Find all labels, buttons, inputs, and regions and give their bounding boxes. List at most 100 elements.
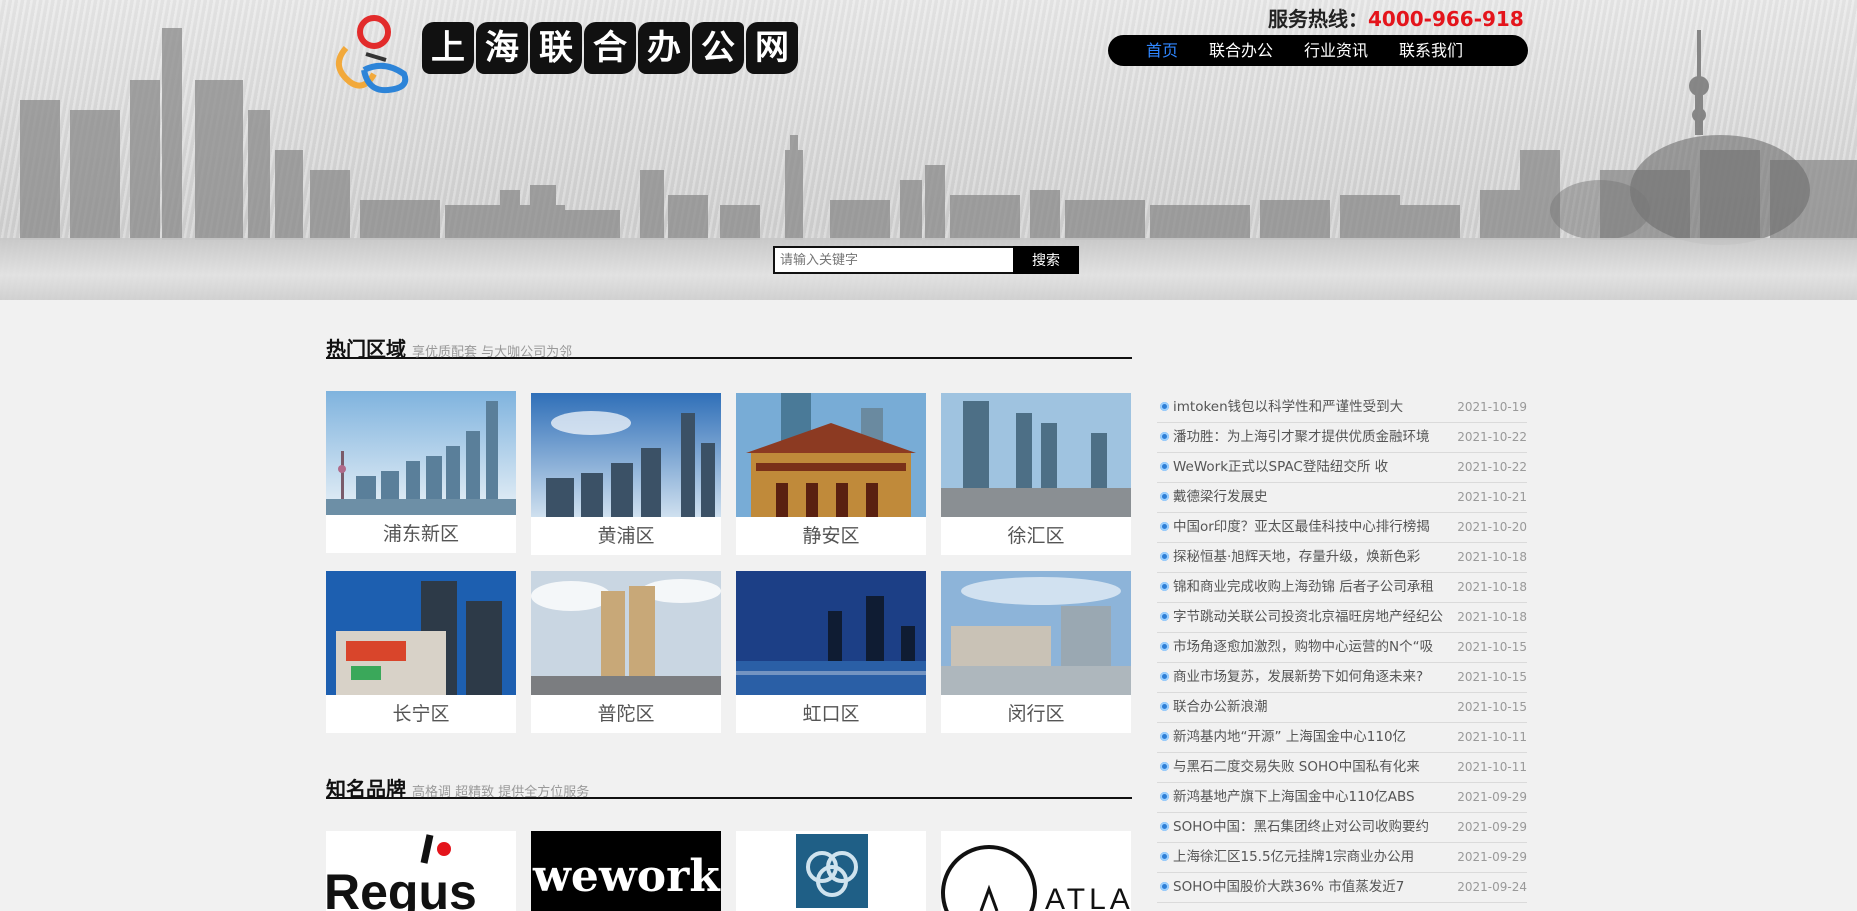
- logo-char: 海: [476, 22, 528, 74]
- area-name: 普陀区: [597, 703, 655, 725]
- news-item[interactable]: 中国or印度？亚太区最佳科技中心排行榜揭 2021-10-20: [1157, 513, 1527, 543]
- news-title[interactable]: 联合办公新浪潮: [1173, 693, 1461, 722]
- news-date: 2021-09-29: [1457, 790, 1527, 804]
- news-item[interactable]: 新鸿基地产旗下上海国金中心110亿ABS 2021-09-29: [1157, 783, 1527, 813]
- news-date: 2021-10-15: [1457, 670, 1527, 684]
- news-date: 2021-09-29: [1457, 850, 1527, 864]
- nav-industry-news[interactable]: 行业资讯: [1304, 35, 1368, 66]
- news-item[interactable]: 戴德梁行发展史 2021-10-21: [1157, 483, 1527, 513]
- hotline-number: 4000-966-918: [1368, 7, 1524, 31]
- news-item[interactable]: 探秘恒基·旭辉天地，存量升级，焕新色彩 2021-10-18: [1157, 543, 1527, 573]
- bullet-icon: [1160, 882, 1169, 891]
- news-date: 2021-10-15: [1457, 640, 1527, 654]
- logo-char: 合: [584, 22, 636, 74]
- area-card-changning[interactable]: 长宁区: [326, 571, 516, 733]
- news-date: 2021-10-22: [1457, 460, 1527, 474]
- news-item[interactable]: 锦和商业完成收购上海劲锦 后者子公司承租 2021-10-18: [1157, 573, 1527, 603]
- regus-wordmark: Regus: [326, 864, 477, 911]
- news-date: 2021-10-19: [1457, 400, 1527, 414]
- bullet-icon: [1160, 432, 1169, 441]
- news-item[interactable]: 上海徐汇区15.5亿元挂牌1宗商业办公用 2021-09-29: [1157, 843, 1527, 873]
- news-list: imtoken钱包以科学性和严谨性受到大 2021-10-19 潘功胜：为上海引才…: [1157, 393, 1527, 903]
- news-title[interactable]: 上海徐汇区15.5亿元挂牌1宗商业办公用: [1173, 843, 1461, 872]
- bullet-icon: [1160, 642, 1169, 651]
- news-title[interactable]: 市场角逐愈加激烈，购物中心运营的N个“吸: [1173, 633, 1461, 662]
- news-title[interactable]: 潘功胜：为上海引才聚才提供优质金融环境: [1173, 423, 1461, 452]
- news-date: 2021-10-18: [1457, 580, 1527, 594]
- news-title[interactable]: SOHO中国：黑石集团终止对公司收购要约: [1173, 813, 1461, 842]
- news-date: 2021-09-29: [1457, 820, 1527, 834]
- area-card-minhang[interactable]: 闵行区: [941, 571, 1131, 733]
- header-banner: 上 海 联 合 办 公 网 服务热线：4000-966-918 首页 联合办公 …: [0, 0, 1857, 300]
- news-date: 2021-09-24: [1457, 880, 1527, 894]
- logo-char: 联: [530, 22, 582, 74]
- brand-regus[interactable]: Regus: [326, 831, 516, 911]
- area-name: 徐汇区: [1007, 525, 1065, 547]
- news-date: 2021-10-11: [1457, 760, 1527, 774]
- brand-wework[interactable]: wework: [531, 831, 721, 911]
- section-subtitle: 高格调 超精致 提供全方位服务: [412, 785, 590, 800]
- news-item[interactable]: 市场角逐愈加激烈，购物中心运营的N个“吸 2021-10-15: [1157, 633, 1527, 663]
- site-logo[interactable]: 上 海 联 合 办 公 网: [326, 8, 798, 94]
- news-item[interactable]: imtoken钱包以科学性和严谨性受到大 2021-10-19: [1157, 393, 1527, 423]
- area-card-hongkou[interactable]: 虹口区: [736, 571, 926, 733]
- logo-char: 上: [422, 22, 474, 74]
- news-title[interactable]: 中国or印度？亚太区最佳科技中心排行榜揭: [1173, 513, 1461, 542]
- news-title[interactable]: 戴德梁行发展史: [1173, 483, 1461, 512]
- brand-emblem[interactable]: [736, 831, 926, 911]
- news-date: 2021-10-18: [1457, 610, 1527, 624]
- news-item[interactable]: 商业市场复苏，发展新势下如何角逐未来? 2021-10-15: [1157, 663, 1527, 693]
- news-title[interactable]: SOHO中国股价大跌36% 市值蒸发近7: [1173, 873, 1461, 902]
- brand-atlas[interactable]: ATLAS: [941, 831, 1131, 911]
- area-card-putuo[interactable]: 普陀区: [531, 571, 721, 733]
- news-title[interactable]: 商业市场复苏，发展新势下如何角逐未来?: [1173, 663, 1461, 692]
- news-title[interactable]: WeWork正式以SPAC登陆纽交所 收: [1173, 453, 1461, 482]
- news-title[interactable]: 与黑石二度交易失败 SOHO中国私有化来: [1173, 753, 1461, 782]
- news-title[interactable]: 新鸿基内地“开源” 上海国金中心110亿: [1173, 723, 1461, 752]
- area-card-huangpu[interactable]: 黄浦区: [531, 393, 721, 555]
- area-name: 长宁区: [392, 703, 450, 725]
- news-date: 2021-10-22: [1457, 430, 1527, 444]
- bullet-icon: [1160, 702, 1169, 711]
- section-subtitle: 享优质配套 与大咖公司为邻: [412, 345, 573, 360]
- news-item[interactable]: 新鸿基内地“开源” 上海国金中心110亿 2021-10-11: [1157, 723, 1527, 753]
- news-title[interactable]: 字节跳动关联公司投资北京福旺房地产经纪公: [1173, 603, 1461, 632]
- news-item[interactable]: WeWork正式以SPAC登陆纽交所 收 2021-10-22: [1157, 453, 1527, 483]
- bullet-icon: [1160, 672, 1169, 681]
- nav-coworking[interactable]: 联合办公: [1209, 35, 1273, 66]
- search-button[interactable]: 搜索: [1013, 246, 1079, 274]
- hotline-label: 服务热线：: [1268, 7, 1368, 31]
- area-name: 浦东新区: [382, 523, 459, 545]
- atlas-wordmark: ATLAS: [1045, 883, 1131, 911]
- news-title[interactable]: imtoken钱包以科学性和严谨性受到大: [1173, 393, 1461, 422]
- search-input[interactable]: [773, 246, 1013, 274]
- bullet-icon: [1160, 612, 1169, 621]
- news-item[interactable]: 与黑石二度交易失败 SOHO中国私有化来 2021-10-11: [1157, 753, 1527, 783]
- bullet-icon: [1160, 792, 1169, 801]
- nav-home[interactable]: 首页: [1146, 35, 1178, 66]
- news-title[interactable]: 锦和商业完成收购上海劲锦 后者子公司承租: [1173, 573, 1461, 602]
- area-name: 虹口区: [802, 703, 860, 725]
- news-item[interactable]: SOHO中国：黑石集团终止对公司收购要约 2021-09-29: [1157, 813, 1527, 843]
- area-photo: [941, 393, 1131, 517]
- hotline: 服务热线：4000-966-918: [1268, 3, 1524, 32]
- news-item[interactable]: SOHO中国股价大跌36% 市值蒸发近7 2021-09-24: [1157, 873, 1527, 903]
- bullet-icon: [1160, 402, 1169, 411]
- logo-char: 公: [692, 22, 744, 74]
- bullet-icon: [1160, 462, 1169, 471]
- area-card-pudong[interactable]: 浦东新区: [326, 391, 516, 553]
- nav-contact[interactable]: 联系我们: [1399, 35, 1463, 66]
- news-title[interactable]: 探秘恒基·旭辉天地，存量升级，焕新色彩: [1173, 543, 1461, 572]
- area-photo: [941, 571, 1131, 695]
- news-date: 2021-10-20: [1457, 520, 1527, 534]
- area-card-xuhui[interactable]: 徐汇区: [941, 393, 1131, 555]
- news-item[interactable]: 潘功胜：为上海引才聚才提供优质金融环境 2021-10-22: [1157, 423, 1527, 453]
- news-title[interactable]: 新鸿基地产旗下上海国金中心110亿ABS: [1173, 783, 1461, 812]
- news-item[interactable]: 联合办公新浪潮 2021-10-15: [1157, 693, 1527, 723]
- news-date: 2021-10-18: [1457, 550, 1527, 564]
- logo-char: 网: [746, 22, 798, 74]
- area-name: 黄浦区: [597, 525, 655, 547]
- brands-heading: 知名品牌 高格调 超精致 提供全方位服务: [326, 773, 1132, 801]
- news-item[interactable]: 字节跳动关联公司投资北京福旺房地产经纪公 2021-10-18: [1157, 603, 1527, 633]
- area-card-jingan[interactable]: 静安区: [736, 393, 926, 555]
